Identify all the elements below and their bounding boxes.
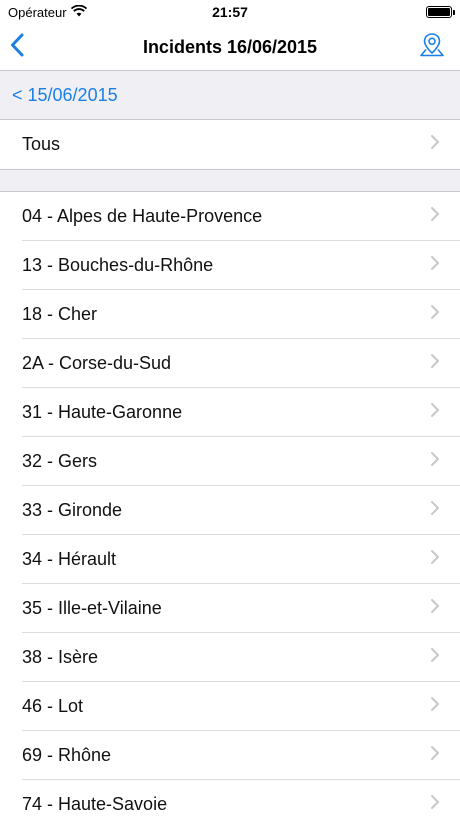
list-item-label: 34 - Hérault <box>22 549 117 569</box>
battery-icon <box>426 6 455 18</box>
list-item-label: 2A - Corse-du-Sud <box>22 353 172 373</box>
list-item-label: Tous <box>22 134 61 154</box>
status-bar: Opérateur 21:57 <box>0 0 460 24</box>
wifi-icon <box>70 4 87 20</box>
carrier-label: Opérateur <box>8 4 67 20</box>
chevron-right-icon <box>430 402 440 423</box>
department-list: 04 - Alpes de Haute-Provence 13 - Bouche… <box>0 192 460 818</box>
list-item-label: 13 - Bouches-du-Rhône <box>22 255 214 275</box>
page-title: Incidents 16/06/2015 <box>142 36 318 57</box>
chevron-right-icon <box>430 451 440 472</box>
map-pin-icon <box>419 32 445 63</box>
list-item[interactable]: 31 - Haute-Garonne <box>0 388 460 437</box>
back-button[interactable] <box>10 27 40 67</box>
chevron-right-icon <box>430 500 440 521</box>
list-item[interactable]: 32 - Gers <box>0 437 460 486</box>
list-item[interactable]: 04 - Alpes de Haute-Provence <box>0 192 460 241</box>
list-item-label: 69 - Rhône <box>22 745 112 765</box>
chevron-right-icon <box>430 794 440 815</box>
list-item[interactable]: 34 - Hérault <box>0 535 460 584</box>
chevron-right-icon <box>430 304 440 325</box>
list-item[interactable]: 46 - Lot <box>0 682 460 731</box>
chevron-right-icon <box>430 598 440 619</box>
list-item-label: 18 - Cher <box>22 304 98 324</box>
previous-day-link[interactable]: < 15/06/2015 <box>12 85 118 106</box>
list-item[interactable]: 74 - Haute-Savoie <box>0 780 460 818</box>
chevron-left-icon <box>10 33 24 62</box>
list-item[interactable]: 33 - Gironde <box>0 486 460 535</box>
all-list: Tous <box>0 120 460 169</box>
list-item-label: 38 - Isère <box>22 647 99 667</box>
chevron-right-icon <box>430 745 440 766</box>
list-item-label: 31 - Haute-Garonne <box>22 402 183 422</box>
status-left: Opérateur <box>8 4 87 20</box>
list-item[interactable]: 2A - Corse-du-Sud <box>0 339 460 388</box>
screen: Opérateur 21:57 Incidents 16/06/2015 < 1… <box>0 0 460 818</box>
list-item[interactable]: 69 - Rhône <box>0 731 460 780</box>
battery-tip <box>453 10 455 15</box>
chevron-right-icon <box>430 647 440 668</box>
battery-fill <box>428 8 450 16</box>
list-item-label: 35 - Ille-et-Vilaine <box>22 598 162 618</box>
list-item-all[interactable]: Tous <box>0 120 460 169</box>
map-button[interactable] <box>414 27 450 67</box>
list-item[interactable]: 35 - Ille-et-Vilaine <box>0 584 460 633</box>
list-item-label: 33 - Gironde <box>22 500 123 520</box>
list-item-label: 74 - Haute-Savoie <box>22 794 168 814</box>
navigation-bar: Incidents 16/06/2015 <box>0 24 460 70</box>
list-item[interactable]: 38 - Isère <box>0 633 460 682</box>
section-separator <box>0 169 460 192</box>
chevron-right-icon <box>430 206 440 227</box>
chevron-right-icon <box>430 255 440 276</box>
list-item-label: 46 - Lot <box>22 696 84 716</box>
list-item[interactable]: 18 - Cher <box>0 290 460 339</box>
date-sub-bar: < 15/06/2015 <box>0 70 460 120</box>
list-item-label: 04 - Alpes de Haute-Provence <box>22 206 263 226</box>
list-item-label: 32 - Gers <box>22 451 98 471</box>
list-item[interactable]: 13 - Bouches-du-Rhône <box>0 241 460 290</box>
chevron-right-icon <box>430 549 440 570</box>
chevron-right-icon <box>430 696 440 717</box>
chevron-right-icon <box>430 353 440 374</box>
chevron-right-icon <box>430 134 440 155</box>
